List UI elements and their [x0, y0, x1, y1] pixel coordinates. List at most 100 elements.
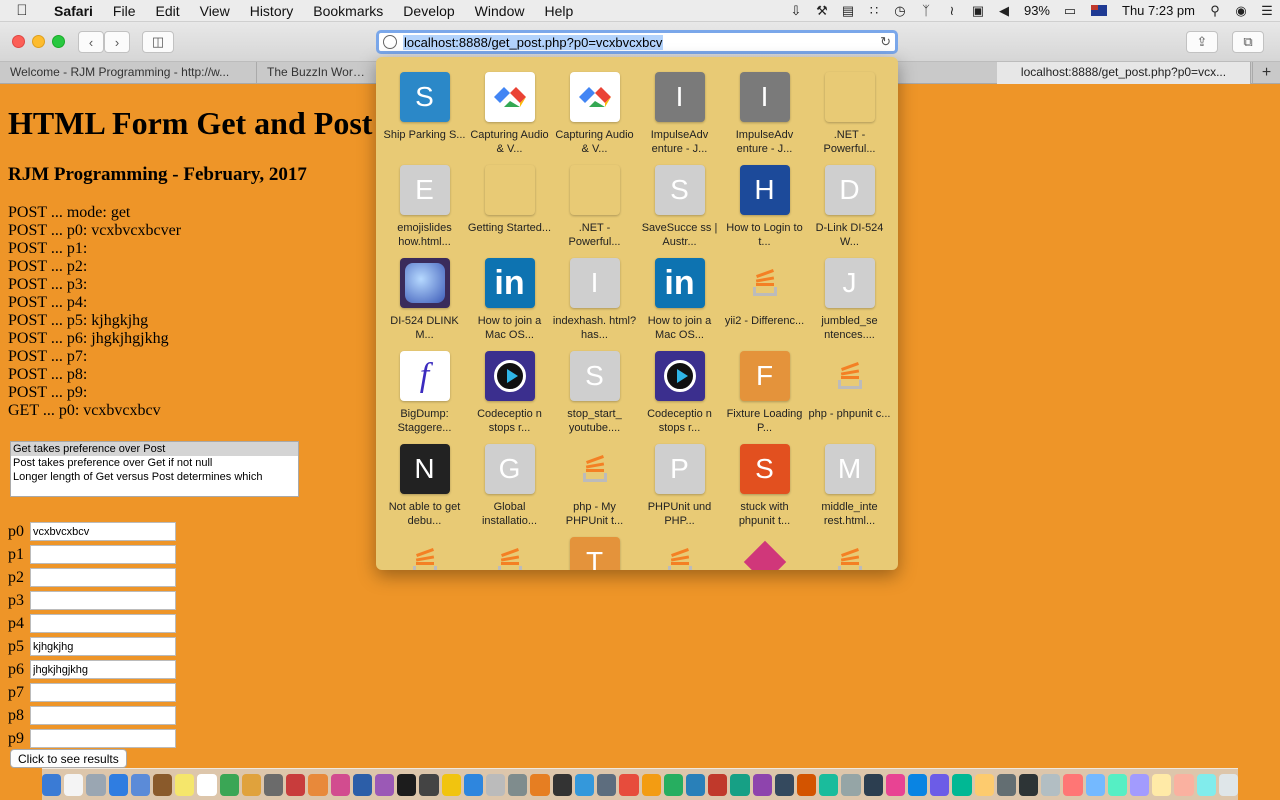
siri-icon[interactable]: ◉	[1228, 3, 1254, 19]
dock-app-icon[interactable]	[863, 773, 883, 796]
top-site-thumbnail[interactable]	[740, 537, 790, 570]
dock-app-icon[interactable]	[796, 773, 817, 796]
top-site-thumbnail[interactable]	[484, 72, 535, 122]
top-site-item[interactable]: F Fixture Loading P...	[722, 351, 807, 444]
notification-center-icon[interactable]: ☰	[1254, 3, 1280, 19]
tools-icon[interactable]: ⚒	[809, 3, 835, 19]
top-site-thumbnail[interactable]: I	[569, 258, 620, 308]
battery-icon[interactable]: ▭	[1057, 3, 1083, 19]
top-site-item[interactable]	[382, 537, 467, 570]
dock-app-icon[interactable]	[241, 773, 262, 796]
top-site-thumbnail[interactable]: M	[824, 444, 875, 494]
p5-input[interactable]	[30, 637, 176, 656]
top-site-thumbnail[interactable]: S	[399, 72, 450, 122]
top-site-item[interactable]: T	[552, 537, 637, 570]
top-site-thumbnail[interactable]: T	[569, 537, 620, 570]
top-site-thumbnail[interactable]	[569, 72, 620, 122]
dock-app-icon[interactable]	[175, 773, 195, 796]
sidebar-icon[interactable]: ◫	[142, 31, 174, 53]
p7-input[interactable]	[30, 683, 176, 702]
p2-input[interactable]	[30, 568, 176, 587]
top-site-thumbnail[interactable]	[484, 351, 535, 401]
menu-history[interactable]: History	[240, 0, 304, 22]
p6-input[interactable]	[30, 660, 176, 679]
top-site-item[interactable]: S SaveSucce ss | Austr...	[637, 165, 722, 258]
top-site-thumbnail[interactable]: in	[654, 258, 705, 308]
top-site-item[interactable]: Eemojislides how.html...	[382, 165, 467, 258]
top-site-item[interactable]: .NET - Powerful...	[807, 72, 892, 165]
dock-app-icon[interactable]	[286, 773, 306, 796]
address-text[interactable]: localhost:8888/get_post.php?p0=vcxbvcxbc…	[403, 34, 664, 50]
dock-app-icon[interactable]	[996, 773, 1016, 796]
mode-option[interactable]: Longer length of Get versus Post determi…	[11, 470, 298, 484]
dock-app-icon[interactable]	[552, 773, 572, 796]
dock-app-icon[interactable]	[330, 773, 350, 796]
menu-app-name[interactable]: Safari	[44, 0, 103, 22]
top-site-item[interactable]	[722, 537, 807, 570]
bluetooth-icon[interactable]: ᛉ	[913, 3, 939, 18]
dock-app-icon[interactable]	[752, 773, 772, 796]
dock-app-icon[interactable]	[619, 773, 639, 796]
tab-welcome[interactable]: Welcome - RJM Programming - http://w...	[0, 62, 257, 84]
top-site-thumbnail[interactable]: f	[399, 351, 450, 401]
dock-app-icon[interactable]	[1218, 773, 1238, 796]
dock-app-icon[interactable]	[974, 773, 994, 796]
dock-app-icon[interactable]	[508, 773, 528, 796]
menu-file[interactable]: File	[103, 0, 146, 22]
dock-app-icon[interactable]	[64, 773, 84, 796]
top-site-item[interactable]: php - phpunit c...	[807, 351, 892, 444]
top-site-item[interactable]: Capturing Audio & V...	[552, 72, 637, 165]
dock-app-icon[interactable]	[375, 773, 395, 796]
dock-app-icon[interactable]	[1107, 773, 1127, 796]
dock-app-icon[interactable]	[1085, 773, 1105, 796]
top-site-item[interactable]: D D-Link DI-524 W...	[807, 165, 892, 258]
top-site-item[interactable]: H How to Login to t...	[722, 165, 807, 258]
top-site-thumbnail[interactable]	[570, 165, 620, 215]
dock-app-icon[interactable]	[1041, 773, 1061, 796]
top-site-item[interactable]: I ImpulseAdv enture - J...	[637, 72, 722, 165]
top-site-thumbnail[interactable]: D	[824, 165, 875, 215]
top-site-item[interactable]: S Ship Parking S...	[382, 72, 467, 165]
close-window-button[interactable]	[12, 35, 25, 48]
top-site-thumbnail[interactable]: in	[484, 258, 535, 308]
top-site-item[interactable]: .NET - Powerful...	[552, 165, 637, 258]
reload-icon[interactable]: ↻	[880, 34, 891, 50]
top-site-thumbnail[interactable]: G	[484, 444, 535, 494]
p0-input[interactable]	[30, 522, 176, 541]
back-button[interactable]: ‹	[78, 31, 104, 53]
dock-app-icon[interactable]	[463, 773, 484, 796]
top-site-thumbnail[interactable]: S	[739, 444, 790, 494]
top-site-item[interactable]: N Not able to get debu...	[382, 444, 467, 537]
top-site-item[interactable]: Codeceptio n stops r...	[637, 351, 722, 444]
dock-app-icon[interactable]	[663, 773, 683, 796]
dock-app-icon[interactable]	[1063, 773, 1083, 796]
top-site-item[interactable]: Capturing Audio & V...	[467, 72, 552, 165]
dock-app-icon[interactable]	[1152, 773, 1172, 796]
mode-option[interactable]: Post takes preference over Get if not nu…	[11, 456, 298, 470]
tab-buzzin[interactable]: The BuzzIn Word G	[257, 62, 377, 84]
top-site-item[interactable]: I ImpulseAdv enture - J...	[722, 72, 807, 165]
dock-app-icon[interactable]	[441, 773, 461, 796]
top-site-thumbnail[interactable]	[400, 537, 450, 570]
top-site-item[interactable]: DI-524 DLINK M...	[382, 258, 467, 351]
dock-app-icon[interactable]	[219, 773, 239, 796]
address-bar[interactable]: localhost:8888/get_post.php?p0=vcxbvcxbc…	[376, 30, 898, 54]
dock-app-icon[interactable]	[397, 773, 417, 796]
top-site-thumbnail[interactable]	[740, 258, 790, 308]
dock-app-icon[interactable]	[819, 773, 839, 796]
top-site-item[interactable]: Sstop_start_ youtube....	[552, 351, 637, 444]
menu-help[interactable]: Help	[534, 0, 583, 22]
p4-input[interactable]	[30, 614, 176, 633]
top-site-thumbnail[interactable]: P	[654, 444, 705, 494]
top-site-thumbnail[interactable]: F	[739, 351, 790, 401]
mode-option[interactable]: Get takes preference over Post	[11, 442, 298, 456]
p1-input[interactable]	[30, 545, 176, 564]
script-icon[interactable]: ▤	[835, 3, 861, 19]
top-site-thumbnail[interactable]	[655, 537, 705, 570]
top-site-thumbnail[interactable]: N	[399, 444, 450, 494]
dock-app-icon[interactable]	[774, 773, 794, 796]
p8-input[interactable]	[30, 706, 176, 725]
top-site-item[interactable]: in How to join a Mac OS...	[637, 258, 722, 351]
dock-app-icon[interactable]	[685, 773, 706, 796]
top-site-item[interactable]	[807, 537, 892, 570]
